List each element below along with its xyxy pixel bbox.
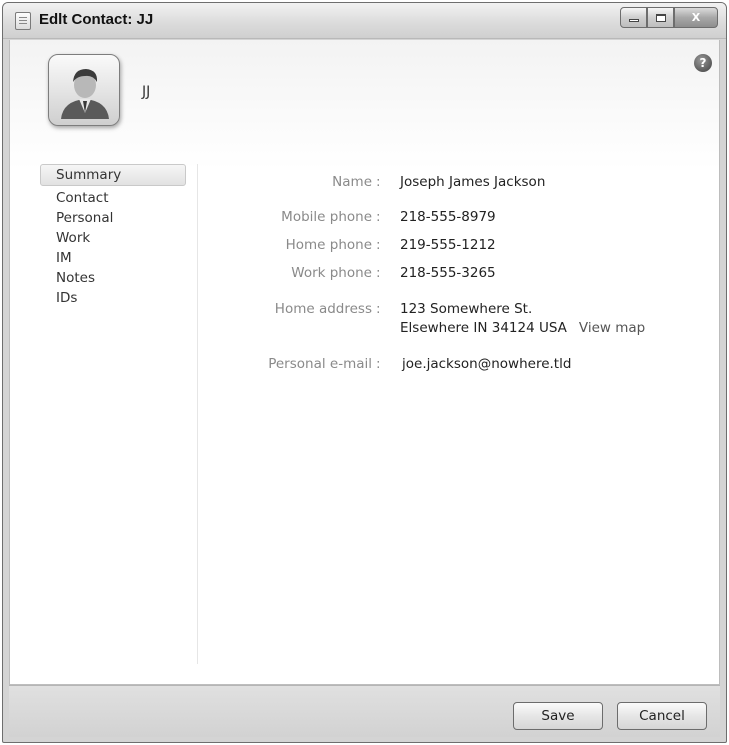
close-button[interactable]: X — [674, 7, 718, 28]
home-address-line1: 123 Somewhere St. — [400, 301, 533, 317]
name-colon: : — [376, 174, 381, 190]
avatar-icon — [61, 69, 109, 119]
nav-item-personal[interactable]: Personal — [40, 208, 197, 228]
minimize-button[interactable] — [620, 7, 647, 28]
maximize-button[interactable] — [647, 7, 674, 28]
save-button[interactable]: Save — [513, 702, 603, 730]
dialog-footer: Save Cancel — [9, 685, 720, 737]
name-value: Joseph James Jackson — [400, 174, 546, 190]
cancel-button[interactable]: Cancel — [617, 702, 707, 730]
minimize-icon — [628, 19, 639, 22]
help-icon[interactable]: ? — [694, 54, 712, 72]
home-address-line2-row: Elsewhere IN 34124 USA View map — [400, 320, 645, 336]
close-icon: X — [691, 11, 701, 24]
personal-email-value: joe.jackson@nowhere.tld — [402, 356, 572, 372]
window-title: Edlt Contact: JJ — [39, 11, 154, 28]
work-phone-label: Work phone — [291, 265, 372, 281]
title-bar[interactable]: Edlt Contact: JJ X — [3, 3, 726, 39]
work-phone-value: 218-555-3265 — [400, 265, 496, 281]
mobile-phone-value: 218-555-8979 — [400, 209, 496, 225]
personal-email-colon: : — [376, 356, 381, 372]
nav-item-notes[interactable]: Notes — [40, 268, 197, 288]
home-address-label: Home address — [274, 301, 372, 317]
view-map-link[interactable]: View map — [579, 320, 645, 336]
name-label: Name — [332, 174, 372, 190]
home-phone-value: 219-555-1212 — [400, 237, 496, 253]
content-panel: JJ ? Summary Contact Personal Work IM No… — [9, 40, 720, 685]
section-nav: Summary Contact Personal Work IM Notes I… — [40, 164, 198, 664]
maximize-icon — [655, 13, 666, 22]
window-controls: X — [620, 7, 718, 29]
contact-nickname: JJ — [142, 84, 151, 100]
work-phone-colon: : — [376, 265, 381, 281]
nav-item-contact[interactable]: Contact — [40, 188, 197, 208]
home-address-colon: : — [376, 301, 381, 317]
nav-item-work[interactable]: Work — [40, 228, 197, 248]
personal-email-label: Personal e-mail — [268, 356, 372, 372]
mobile-phone-colon: : — [376, 209, 381, 225]
edit-contact-window: Edlt Contact: JJ X JJ ? Summary Contact … — [2, 2, 727, 743]
home-phone-label: Home phone — [285, 237, 372, 253]
nav-item-summary[interactable]: Summary — [40, 164, 186, 186]
mobile-phone-label: Mobile phone — [281, 209, 372, 225]
window-icon — [15, 12, 31, 30]
nav-item-ids[interactable]: IDs — [40, 288, 197, 308]
avatar[interactable] — [48, 54, 120, 126]
nav-item-im[interactable]: IM — [40, 248, 197, 268]
home-address-line2: Elsewhere IN 34124 USA — [400, 320, 567, 336]
home-phone-colon: : — [376, 237, 381, 253]
